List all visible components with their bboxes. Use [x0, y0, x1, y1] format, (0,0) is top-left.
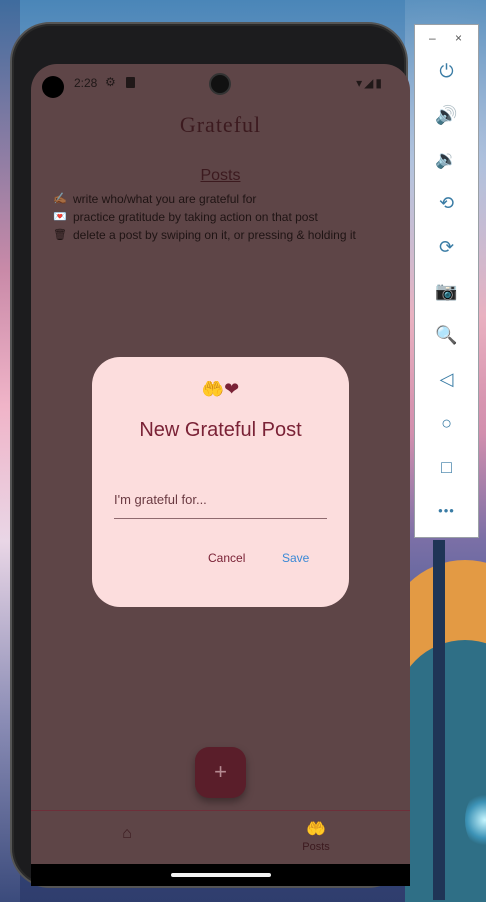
more-button[interactable]: •••	[415, 491, 478, 531]
minimize-button[interactable]: –	[429, 31, 436, 45]
phone-frame: 2:28 ⚙ ▾◢▮ Grateful Posts ✍🏾 write who/w…	[10, 22, 410, 888]
home-circle-icon: ○	[441, 413, 452, 433]
home-button[interactable]: ○	[415, 403, 478, 443]
camera-icon: 📷	[435, 281, 458, 301]
tip-text: delete a post by swiping on it, or press…	[73, 228, 356, 242]
phone-screen: 2:28 ⚙ ▾◢▮ Grateful Posts ✍🏾 write who/w…	[31, 64, 410, 886]
close-button[interactable]: ×	[455, 31, 462, 45]
save-button[interactable]: Save	[282, 551, 309, 565]
gesture-area	[31, 864, 410, 886]
nav-posts[interactable]: 🤲 Posts	[291, 819, 341, 853]
screenshot-button[interactable]: 📷	[415, 271, 478, 311]
teal-hill	[405, 640, 486, 902]
tree-trunk	[433, 540, 445, 900]
power-button[interactable]: ⏻	[415, 51, 478, 91]
dialog-title: New Grateful Post	[139, 419, 302, 441]
gesture-handle[interactable]	[171, 873, 271, 877]
status-time: 2:28	[74, 76, 98, 90]
love-letter-icon: 💌	[53, 211, 67, 223]
zoom-button[interactable]: 🔍	[415, 315, 478, 355]
rotate-right-icon: ⟳	[438, 237, 455, 257]
add-post-button[interactable]: +	[195, 747, 246, 798]
rotate-left-button[interactable]: ⟲	[415, 183, 478, 223]
zoom-in-icon: 🔍	[435, 325, 458, 345]
bottom-navigation: ⌂ 🤲 Posts	[31, 810, 410, 864]
camera-lens-icon	[209, 73, 231, 95]
signal-battery-icons: ▾◢▮	[356, 76, 384, 90]
rotate-left-icon: ⟲	[438, 193, 455, 213]
volume-down-button[interactable]: 🔉	[415, 139, 478, 179]
trash-icon: 🗑	[53, 229, 67, 241]
back-triangle-icon: ◁	[439, 369, 454, 389]
back-button[interactable]: ◁	[415, 359, 478, 399]
volume-down-icon: 🔉	[435, 149, 458, 169]
overview-button[interactable]: □	[415, 447, 478, 487]
status-bar: 2:28 ⚙ ▾◢▮	[31, 64, 410, 102]
hand-heart-icon: 🤲❤	[201, 379, 240, 399]
tip-text: practice gratitude by taking action on t…	[73, 210, 318, 224]
overview-square-icon: □	[441, 457, 452, 477]
cancel-button[interactable]: Cancel	[208, 551, 245, 565]
app-title: Grateful	[179, 112, 262, 137]
settings-icon: ⚙	[105, 75, 116, 89]
front-camera-hole	[42, 76, 64, 98]
writing-hand-icon: ✍🏾	[53, 193, 67, 205]
home-icon: ⌂	[122, 825, 132, 842]
volume-up-icon: 🔊	[435, 105, 458, 125]
nav-home[interactable]: ⌂	[107, 825, 147, 843]
posts-heading: Posts	[200, 167, 241, 184]
power-icon: ⏻	[439, 61, 454, 81]
emulator-toolbar: – × ⏻ 🔊 🔉 ⟲ ⟳ 📷 🔍 ◁ ○ □ •••	[414, 24, 479, 538]
tips-list: ✍🏾 write who/what you are grateful for 💌…	[53, 190, 403, 244]
tip-text: write who/what you are grateful for	[73, 192, 257, 206]
more-dots-icon: •••	[438, 503, 455, 518]
tip-delete: 🗑 delete a post by swiping on it, or pre…	[53, 226, 403, 244]
tip-practice: 💌 practice gratitude by taking action on…	[53, 208, 403, 226]
new-post-dialog: 🤲❤ New Grateful Post Cancel Save	[92, 357, 349, 607]
nav-posts-label: Posts	[302, 841, 330, 853]
grateful-post-input[interactable]	[114, 475, 327, 519]
hand-heart-icon: 🤲	[306, 821, 326, 838]
tip-write: ✍🏾 write who/what you are grateful for	[53, 190, 403, 208]
sd-card-icon	[126, 77, 135, 88]
volume-up-button[interactable]: 🔊	[415, 95, 478, 135]
rotate-right-button[interactable]: ⟳	[415, 227, 478, 267]
